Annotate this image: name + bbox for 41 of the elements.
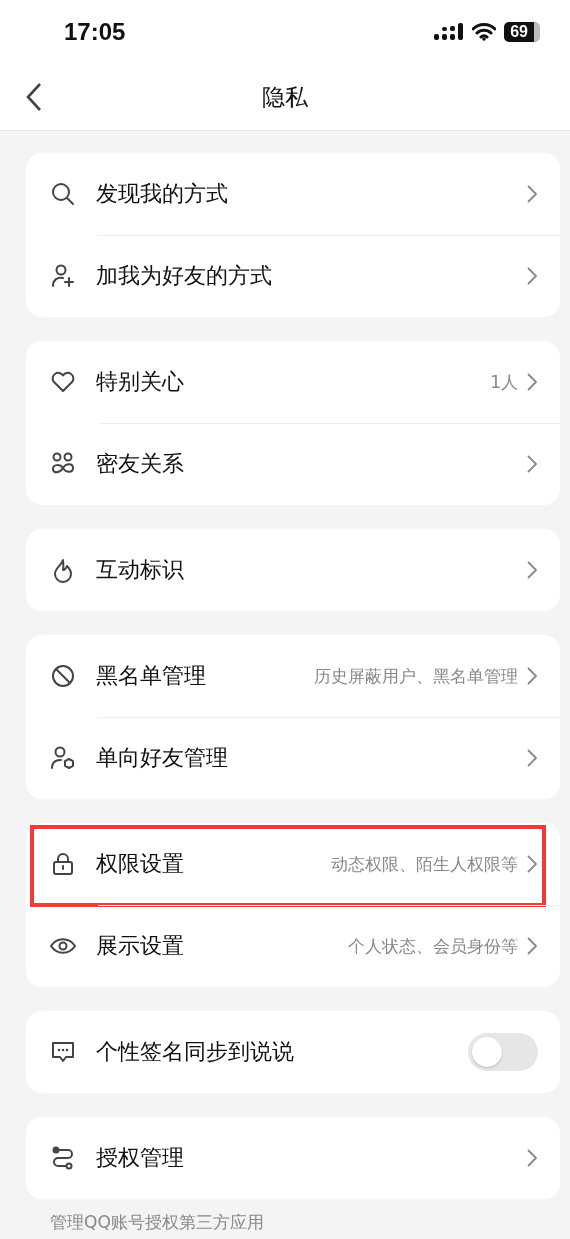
battery-indicator: 69 bbox=[504, 22, 540, 42]
chevron-icon[interactable] bbox=[526, 1148, 538, 1168]
setting-label: 互动标识 bbox=[96, 556, 185, 584]
footer-note: 管理QQ账号授权第三方应用 bbox=[49, 1211, 265, 1234]
signal-icon bbox=[434, 22, 465, 42]
chevron-icon[interactable] bbox=[526, 666, 538, 686]
setting-label: 密友关系 bbox=[96, 450, 185, 478]
page-title: 隐私 bbox=[262, 82, 308, 112]
back-button[interactable] bbox=[25, 82, 43, 112]
chevron-icon[interactable] bbox=[526, 184, 538, 204]
status-time: 17:05 bbox=[64, 18, 126, 46]
chevron-icon[interactable] bbox=[526, 854, 538, 874]
heart-icon bbox=[50, 369, 76, 395]
chevron-icon[interactable] bbox=[526, 560, 538, 580]
message-icon bbox=[50, 1039, 76, 1065]
add-person-icon bbox=[50, 263, 76, 289]
wifi-icon bbox=[472, 23, 497, 41]
setting-label: 单向好友管理 bbox=[96, 744, 229, 772]
chevron-icon[interactable] bbox=[526, 372, 538, 392]
search-icon bbox=[50, 181, 76, 207]
chevron-icon[interactable] bbox=[526, 454, 538, 474]
person-shield-icon bbox=[50, 745, 76, 771]
setting-label: 个性签名同步到说说 bbox=[96, 1038, 295, 1066]
setting-label: 特别关心 bbox=[96, 368, 185, 396]
setting-value: 动态权限、陌生人权限等 bbox=[331, 852, 518, 876]
setting-value: 历史屏蔽用户、黑名单管理 bbox=[314, 664, 518, 688]
route-icon bbox=[50, 1145, 76, 1171]
setting-label: 授权管理 bbox=[96, 1144, 185, 1172]
chevron-icon[interactable] bbox=[526, 748, 538, 768]
toggle-switch[interactable] bbox=[468, 1033, 538, 1071]
setting-label: 加我为好友的方式 bbox=[96, 262, 273, 290]
setting-label: 黑名单管理 bbox=[96, 662, 207, 690]
setting-value: 1人 bbox=[490, 370, 518, 394]
setting-label: 发现我的方式 bbox=[96, 180, 229, 208]
lock-icon bbox=[50, 851, 76, 877]
setting-value: 个人状态、会员身份等 bbox=[348, 934, 518, 958]
chevron-icon[interactable] bbox=[526, 936, 538, 956]
setting-label: 展示设置 bbox=[96, 932, 185, 960]
setting-label: 权限设置 bbox=[96, 850, 185, 878]
chevron-icon[interactable] bbox=[526, 266, 538, 286]
block-icon bbox=[50, 663, 76, 689]
